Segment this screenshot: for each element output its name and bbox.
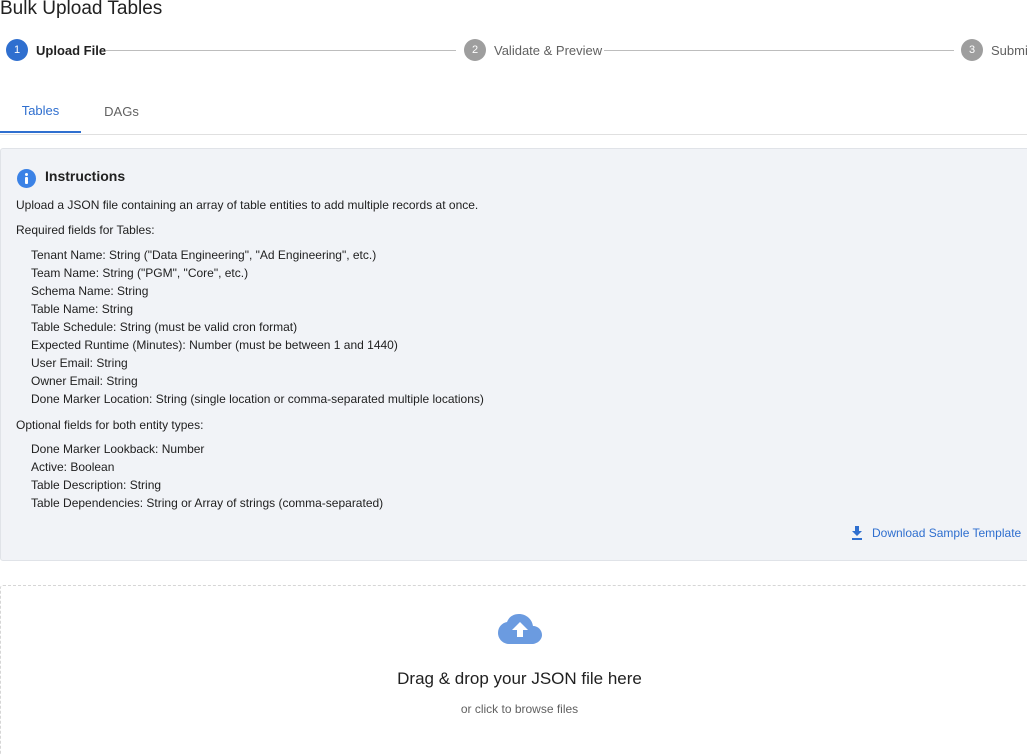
step-label: Upload File: [36, 42, 107, 58]
step-upload-file: 1 Upload File: [6, 39, 106, 61]
instructions-intro: Upload a JSON file containing an array o…: [16, 198, 479, 212]
step-number: 1: [6, 39, 28, 61]
download-icon: [852, 526, 862, 540]
instructions-heading: Instructions: [45, 168, 126, 184]
list-item: Expected Runtime (Minutes): Number (must…: [31, 338, 398, 352]
list-item: Table Description: String: [31, 478, 162, 492]
optional-fields-heading: Optional fields for both entity types:: [16, 418, 204, 432]
list-item: Table Name: String: [31, 302, 134, 316]
list-item: Table Dependencies: String or Array of s…: [31, 496, 384, 510]
step-connector: [604, 50, 954, 51]
step-validate-preview: 2 Validate & Preview: [464, 39, 602, 61]
required-fields-list: Tenant Name: String ("Data Engineering",…: [31, 246, 484, 408]
dropzone-subtitle: or click to browse files: [460, 702, 579, 716]
required-fields-heading: Required fields for Tables:: [16, 223, 155, 237]
bulk-upload-page: Bulk Upload Tables 1 Upload File 2 Valid…: [0, 0, 1027, 755]
cloud-upload-icon: [498, 614, 542, 644]
stepper: 1 Upload File 2 Validate & Preview 3 Sub…: [0, 39, 1027, 61]
list-item: Owner Email: String: [31, 374, 138, 388]
list-item: Team Name: String ("PGM", "Core", etc.): [31, 266, 249, 280]
page-title: Bulk Upload Tables: [0, 0, 163, 19]
step-number: 2: [464, 39, 486, 61]
optional-fields-list: Done Marker Lookback: Number Active: Boo…: [31, 440, 383, 512]
list-item: Active: Boolean: [31, 460, 115, 474]
download-sample-template-button[interactable]: Download Sample Template: [851, 526, 1021, 540]
step-label: Submit: [991, 42, 1027, 58]
tab-dags[interactable]: DAGs: [81, 90, 162, 133]
entity-tabs: Tables DAGs: [0, 90, 1027, 135]
tab-tables[interactable]: Tables: [0, 90, 81, 133]
step-connector: [106, 50, 456, 51]
step-label: Validate & Preview: [494, 42, 603, 58]
download-sample-template-label: Download Sample Template: [872, 526, 1022, 540]
list-item: Done Marker Location: String (single loc…: [31, 392, 484, 406]
list-item: Schema Name: String: [31, 284, 149, 298]
list-item: Tenant Name: String ("Data Engineering",…: [31, 248, 377, 262]
step-submit: 3 Submit: [961, 39, 1027, 61]
list-item: Table Schedule: String (must be valid cr…: [31, 320, 298, 334]
list-item: Done Marker Lookback: Number: [31, 442, 205, 456]
file-dropzone[interactable]: Drag & drop your JSON file here or click…: [0, 585, 1027, 755]
instructions-panel: Instructions Upload a JSON file containi…: [0, 148, 1027, 561]
list-item: User Email: String: [31, 356, 128, 370]
step-number: 3: [961, 39, 983, 61]
dropzone-title: Drag & drop your JSON file here: [397, 669, 642, 688]
info-icon: [17, 169, 36, 188]
